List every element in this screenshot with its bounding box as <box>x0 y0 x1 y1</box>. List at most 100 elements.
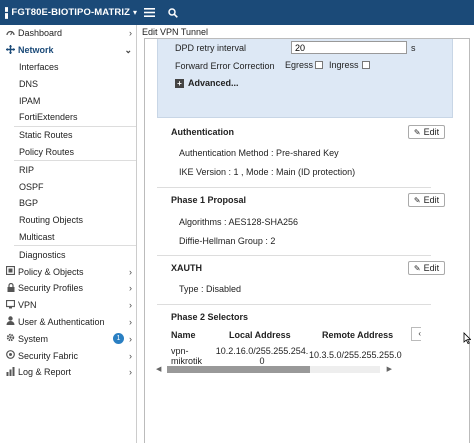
fec-label: Forward Error Correction <box>175 61 275 71</box>
chevron-right-icon: › <box>129 266 132 277</box>
sidebar-item-label: DNS <box>19 78 39 89</box>
egress-checkbox[interactable] <box>315 61 323 69</box>
sidebar-item-bgp[interactable]: BGP <box>0 195 136 212</box>
pencil-icon: ✎ <box>413 263 421 273</box>
policy-icon <box>5 265 16 277</box>
expand-plus-icon[interactable]: + <box>175 79 184 88</box>
column-header-remote-address[interactable]: Remote Address <box>322 330 393 340</box>
egress-label: Egress <box>285 60 314 70</box>
xauth-card: XAUTH ✎ Edit Type : Disabled <box>157 259 445 305</box>
xauth-edit-button[interactable]: ✎ Edit <box>408 261 445 275</box>
gear-icon <box>5 333 16 344</box>
mouse-cursor-icon <box>463 332 471 344</box>
sidebar-item-policy-objects[interactable]: Policy & Objects › <box>0 263 136 280</box>
sidebar-item-static-routes[interactable]: Static Routes <box>0 127 136 144</box>
sidebar-item-user-authentication[interactable]: User & Authentication › <box>0 314 136 331</box>
dpd-retry-label: DPD retry interval <box>175 43 247 53</box>
sidebar-item-label: Security Profiles <box>18 283 84 294</box>
sidebar-item-label: Log & Report <box>18 367 72 378</box>
sidebar-item-fortiextenders[interactable]: FortiExtenders <box>0 109 136 126</box>
notification-badge: 1 <box>113 333 124 345</box>
sidebar-item-interfaces[interactable]: Interfaces <box>0 59 136 76</box>
sidebar-item-label: Multicast <box>19 231 55 242</box>
sidebar-item-label: Diagnostics <box>19 249 66 260</box>
top-bar: FGT80E-BIOTIPO-MATRIZ ▾ <box>0 0 474 25</box>
sidebar-item-label: Policy & Objects <box>18 266 84 277</box>
sidebar-item-label: Static Routes <box>19 130 73 141</box>
chevron-right-icon: › <box>129 300 132 311</box>
dashboard-icon <box>5 28 16 38</box>
sidebar-item-log-report[interactable]: Log & Report › <box>0 364 136 381</box>
sidebar-item-label: Policy Routes <box>19 146 75 157</box>
sidebar-item-security-profiles[interactable]: Security Profiles › <box>0 280 136 297</box>
dpd-retry-input[interactable] <box>291 41 407 54</box>
sidebar-item-label: FortiExtenders <box>19 112 78 123</box>
chevron-right-icon: › <box>129 28 132 39</box>
network-icon <box>5 44 16 56</box>
xauth-title: XAUTH <box>171 263 202 273</box>
sidebar-item-label: OSPF <box>19 181 44 192</box>
ike-version: IKE Version : 1 , Mode : Main (ID protec… <box>179 167 356 177</box>
pencil-icon: ✎ <box>413 127 421 137</box>
sidebar-item-dashboard[interactable]: Dashboard › <box>0 25 136 42</box>
sidebar-item-vpn[interactable]: VPN › <box>0 297 136 314</box>
authentication-edit-button[interactable]: ✎ Edit <box>408 125 445 139</box>
main-content: Edit VPN Tunnel DPD retry interval s For… <box>138 25 474 443</box>
sidebar-item-label: BGP <box>19 198 39 209</box>
phase1-algorithms: Algorithms : AES128-SHA256 <box>179 217 299 227</box>
fortinet-logo-icon <box>5 6 8 19</box>
sidebar-item-label: Dashboard <box>18 28 63 39</box>
column-header-name[interactable]: Name <box>171 330 196 340</box>
sidebar-item-label: IPAM <box>19 95 41 106</box>
chevron-right-icon: › <box>129 350 132 361</box>
phase1-proposal-card: Phase 1 Proposal ✎ Edit Algorithms : AES1… <box>157 191 445 256</box>
sidebar-item-dns[interactable]: DNS <box>0 75 136 92</box>
advanced-toggle[interactable]: Advanced... <box>188 78 239 88</box>
chevron-down-icon: ⌄ <box>124 44 132 55</box>
sidebar-item-policy-routes[interactable]: Policy Routes <box>0 144 136 161</box>
ingress-label: Ingress <box>329 60 359 70</box>
sidebar-item-rip[interactable]: RIP <box>0 161 136 178</box>
scroll-right-icon[interactable]: ▶ <box>387 365 392 373</box>
edit-vpn-panel: DPD retry interval s Forward Error Corre… <box>144 38 470 443</box>
pencil-icon: ✎ <box>413 195 421 205</box>
sidebar-item-ipam[interactable]: IPAM <box>0 92 136 109</box>
chevron-right-icon: › <box>129 367 132 378</box>
advanced-settings-section: DPD retry interval s Forward Error Corre… <box>157 39 453 118</box>
fabric-icon <box>5 350 16 361</box>
chevron-right-icon: › <box>129 283 132 294</box>
chart-icon <box>5 366 16 378</box>
breadcrumb: Edit VPN Tunnel <box>142 26 209 37</box>
sidebar-item-diagnostics[interactable]: Diagnostics <box>0 246 136 263</box>
sidebar-item-routing-objects[interactable]: Routing Objects <box>0 212 136 229</box>
phase2-title: Phase 2 Selectors <box>171 312 249 322</box>
sidebar-item-network[interactable]: Network ⌄ <box>0 42 136 59</box>
sidebar-item-label: Interfaces <box>19 61 59 72</box>
phase1-title: Phase 1 Proposal <box>171 195 247 205</box>
device-name: FGT80E-BIOTIPO-MATRIZ <box>11 7 130 18</box>
table-cell-name: vpn- mikrotik <box>171 346 202 366</box>
sidebar-item-system[interactable]: System 1 › <box>0 330 136 347</box>
sidebar-item-label: VPN <box>18 300 37 311</box>
sidebar-item-label: RIP <box>19 164 35 175</box>
column-header-local-address[interactable]: Local Address <box>229 330 291 340</box>
scroll-left-icon[interactable]: ◀ <box>156 365 161 373</box>
sidebar-item-security-fabric[interactable]: Security Fabric › <box>0 347 136 364</box>
sidebar-item-label: System <box>18 333 49 344</box>
sidebar-item-multicast[interactable]: Multicast <box>0 229 136 246</box>
ingress-checkbox[interactable] <box>362 61 370 69</box>
sidebar: Dashboard › Network ⌄ Interfaces DNS IPA… <box>0 25 137 443</box>
monitor-icon <box>5 299 16 311</box>
scroll-thumb[interactable] <box>167 366 310 373</box>
phase1-dh-group: Diffie-Hellman Group : 2 <box>179 236 276 246</box>
sidebar-item-label: Network <box>18 45 54 56</box>
horizontal-scrollbar[interactable]: ◀ ▶ <box>155 365 392 374</box>
device-selector[interactable]: FGT80E-BIOTIPO-MATRIZ ▾ <box>0 0 137 25</box>
search-icon[interactable] <box>161 0 185 25</box>
hamburger-menu-icon[interactable] <box>137 0 161 25</box>
sidebar-item-ospf[interactable]: OSPF <box>0 178 136 195</box>
phase1-edit-button[interactable]: ✎ Edit <box>408 193 445 207</box>
chevron-right-icon: › <box>129 316 132 327</box>
column-settings-button[interactable]: ‹ <box>411 327 421 341</box>
authentication-method: Authentication Method : Pre-shared Key <box>179 148 339 158</box>
